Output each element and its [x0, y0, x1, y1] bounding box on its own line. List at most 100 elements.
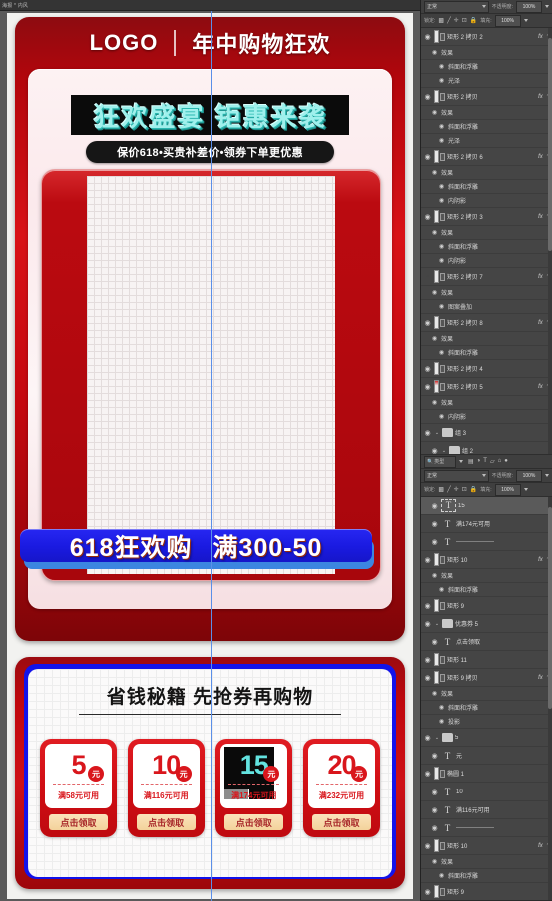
layer-effects-group[interactable]: ◉ 效果	[421, 396, 552, 410]
filter-icon-group[interactable]: ▤ ◑ T ▱ ⌂ ●	[468, 458, 508, 465]
eye-icon[interactable]: ◉	[437, 704, 446, 711]
layer-list-scrollbar[interactable]	[548, 497, 552, 900]
eye-icon[interactable]: ◉	[437, 349, 446, 356]
eye-icon[interactable]: ◉	[423, 319, 432, 327]
eye-icon[interactable]: ◉	[423, 602, 432, 610]
opacity-chevron-icon-bottom[interactable]	[545, 474, 549, 477]
disclosure-triangle-icon[interactable]: ⌄	[434, 430, 440, 436]
brush-lock-icon-bottom[interactable]: ╱	[447, 486, 451, 493]
canvas-area[interactable]: LOGO 年中购物狂欢 狂欢盛宴 钜惠来袭 保价618•买贵补差价•领券下单更优…	[0, 11, 420, 901]
brush-lock-icon[interactable]: ╱	[447, 17, 451, 24]
hero-card[interactable]: LOGO 年中购物狂欢 狂欢盛宴 钜惠来袭 保价618•买贵补差价•领券下单更优…	[15, 17, 405, 641]
blend-mode-select[interactable]: 正常	[424, 0, 489, 13]
eye-icon[interactable]: ◉	[430, 335, 439, 342]
layer-effects-group[interactable]: ◉ 效果	[421, 286, 552, 300]
layer-list-scrollbar[interactable]	[548, 28, 552, 454]
type-filter-icon[interactable]: T	[483, 458, 487, 465]
move-lock-icon[interactable]: ✛	[454, 17, 459, 24]
eye-icon[interactable]: ▫	[423, 273, 432, 280]
eye-icon[interactable]: ◉	[437, 413, 446, 420]
eye-icon[interactable]: ◉	[430, 520, 439, 528]
fill-value[interactable]: 100%	[494, 14, 521, 27]
fx-icon[interactable]: fx	[538, 384, 544, 390]
artboard-lock-icon[interactable]: ⊡	[462, 17, 467, 24]
fx-icon[interactable]: fx	[538, 214, 544, 220]
layer-row[interactable]: ◉ T 10	[421, 783, 552, 801]
layer-effect-row[interactable]: ◉ 斜面和浮雕	[421, 346, 552, 360]
layer-row[interactable]: ◉矩形 9 拷贝fx⌃	[421, 669, 552, 687]
eye-icon[interactable]: ◉	[430, 229, 439, 236]
layer-effects-group[interactable]: ◉ 效果	[421, 166, 552, 180]
layer-row[interactable]: ◉ 矩形 2 拷贝 4	[421, 360, 552, 378]
layer-effect-row[interactable]: ◉ 斜面和浮雕	[421, 701, 552, 715]
layer-row[interactable]: ◉ T -------------------	[421, 819, 552, 837]
disclosure-triangle-icon[interactable]: ⌄	[434, 621, 440, 627]
eye-icon[interactable]: ◉	[423, 33, 432, 41]
layer-list-scrollbar-thumb[interactable]	[548, 507, 552, 709]
layer-row[interactable]: ◉ T 点击领取	[421, 633, 552, 651]
filter-chevron-icon[interactable]	[459, 460, 463, 463]
eye-icon[interactable]: ◉	[437, 197, 446, 204]
layer-group-row[interactable]: ◉ ⌄ 优惠券 5	[421, 615, 552, 633]
document-tab-label[interactable]: 海报 * 内风	[2, 2, 28, 9]
layer-effects-group[interactable]: ◉ 效果	[421, 332, 552, 346]
layer-effects-group[interactable]: ◉ 效果	[421, 569, 552, 583]
move-lock-icon-bottom[interactable]: ✛	[454, 486, 459, 493]
coupon-claim-button[interactable]: 点击领取	[49, 814, 108, 830]
eye-icon[interactable]: ◉	[437, 718, 446, 725]
layer-effect-row[interactable]: ◉ 斜面和浮雕	[421, 583, 552, 597]
layer-effect-row[interactable]: ◉ 斜面和浮雕	[421, 869, 552, 883]
layer-list-top[interactable]: ◉矩形 2 拷贝 2fx⌃◉效果◉斜面和浮雕◉光泽◉矩形 2 拷贝fx⌃◉效果◉…	[421, 28, 552, 454]
eye-icon[interactable]: ◉	[423, 842, 432, 850]
layer-effects-group[interactable]: ◉ 效果	[421, 106, 552, 120]
coupon-claim-button[interactable]: 点击领取	[311, 814, 371, 830]
layer-list-bottom[interactable]: ◉ T 15 ◉ T 满174元可用 ◉ T ------------------- ◉ 矩形 10…	[421, 497, 552, 900]
fx-icon[interactable]: fx	[538, 675, 544, 681]
coupon-card-item[interactable]: 5 元满58元可用 点击领取	[40, 739, 117, 837]
lock-icons[interactable]: ▩ ╱ ✛ ⊡ 🔒	[438, 17, 477, 24]
eye-icon[interactable]: ◉	[437, 77, 446, 84]
coupon-card-item[interactable]: 10 元满116元可用 点击领取	[127, 739, 205, 837]
layer-effect-row[interactable]: ◉ 斜面和浮雕	[421, 180, 552, 194]
eye-icon[interactable]: ◉	[423, 383, 432, 391]
layer-row[interactable]: ◉ 矩形 9	[421, 597, 552, 615]
layer-group-row[interactable]: ◉ ⌄ 组 3	[421, 424, 552, 442]
eye-icon[interactable]: ◉	[430, 109, 439, 116]
eye-icon[interactable]: ◉	[437, 872, 446, 879]
document-tab-bar[interactable]: 海报 * 内风	[0, 0, 420, 11]
eye-icon[interactable]: ◉	[430, 447, 439, 455]
layer-row[interactable]: ◉矩形 2 拷贝 3fx⌃	[421, 208, 552, 226]
layer-row[interactable]: ◉ T 15	[421, 497, 552, 515]
fx-icon[interactable]: fx	[538, 94, 544, 100]
opacity-value[interactable]: 100%	[516, 0, 542, 13]
fx-icon[interactable]: fx	[538, 843, 544, 849]
layer-effect-row[interactable]: ◉ 图案叠加	[421, 300, 552, 314]
fx-icon[interactable]: fx	[538, 154, 544, 160]
layer-effect-row[interactable]: ◉ 内阴影	[421, 194, 552, 208]
eye-icon[interactable]: ◉	[423, 365, 432, 373]
all-lock-icon-bottom[interactable]: 🔒	[470, 486, 477, 493]
layer-effect-row[interactable]: ◉ 斜面和浮雕	[421, 120, 552, 134]
eye-icon[interactable]: ◉	[423, 429, 432, 437]
layer-effect-row[interactable]: ◉ 光泽	[421, 134, 552, 148]
fill-value-bottom[interactable]: 100%	[494, 483, 521, 496]
eye-icon[interactable]: ◉	[430, 538, 439, 546]
layer-row[interactable]: ◉矩形 2 拷贝fx⌃	[421, 88, 552, 106]
layer-row[interactable]: ◉矩形 2 拷贝 8fx⌃	[421, 314, 552, 332]
eye-icon[interactable]: ◉	[430, 502, 439, 510]
eye-icon[interactable]: ◉	[437, 586, 446, 593]
layer-effects-group[interactable]: ◉ 效果	[421, 687, 552, 701]
eye-icon[interactable]: ◉	[437, 243, 446, 250]
eye-icon[interactable]: ◉	[430, 788, 439, 796]
disclosure-triangle-icon[interactable]: ⌄	[441, 448, 447, 454]
shape-filter-icon[interactable]: ▱	[490, 458, 495, 465]
eye-icon[interactable]: ◉	[430, 690, 439, 697]
eye-icon[interactable]: ◉	[423, 213, 432, 221]
coupon-card[interactable]: 省钱秘籍 先抢券再购物 5 元满58元可用 点击领取 10 元满116元可用 点击领取 15…	[15, 657, 405, 889]
eye-icon[interactable]: ◉	[430, 638, 439, 646]
eye-icon[interactable]: ◉	[423, 770, 432, 778]
layer-effect-row[interactable]: ◉ 投影	[421, 715, 552, 729]
layer-effects-group[interactable]: ◉ 效果	[421, 46, 552, 60]
lock-icons-bottom[interactable]: ▩ ╱ ✛ ⊡ 🔒	[438, 486, 477, 493]
coupon-card-item[interactable]: 15 元满174元可用 点击领取	[215, 739, 293, 837]
